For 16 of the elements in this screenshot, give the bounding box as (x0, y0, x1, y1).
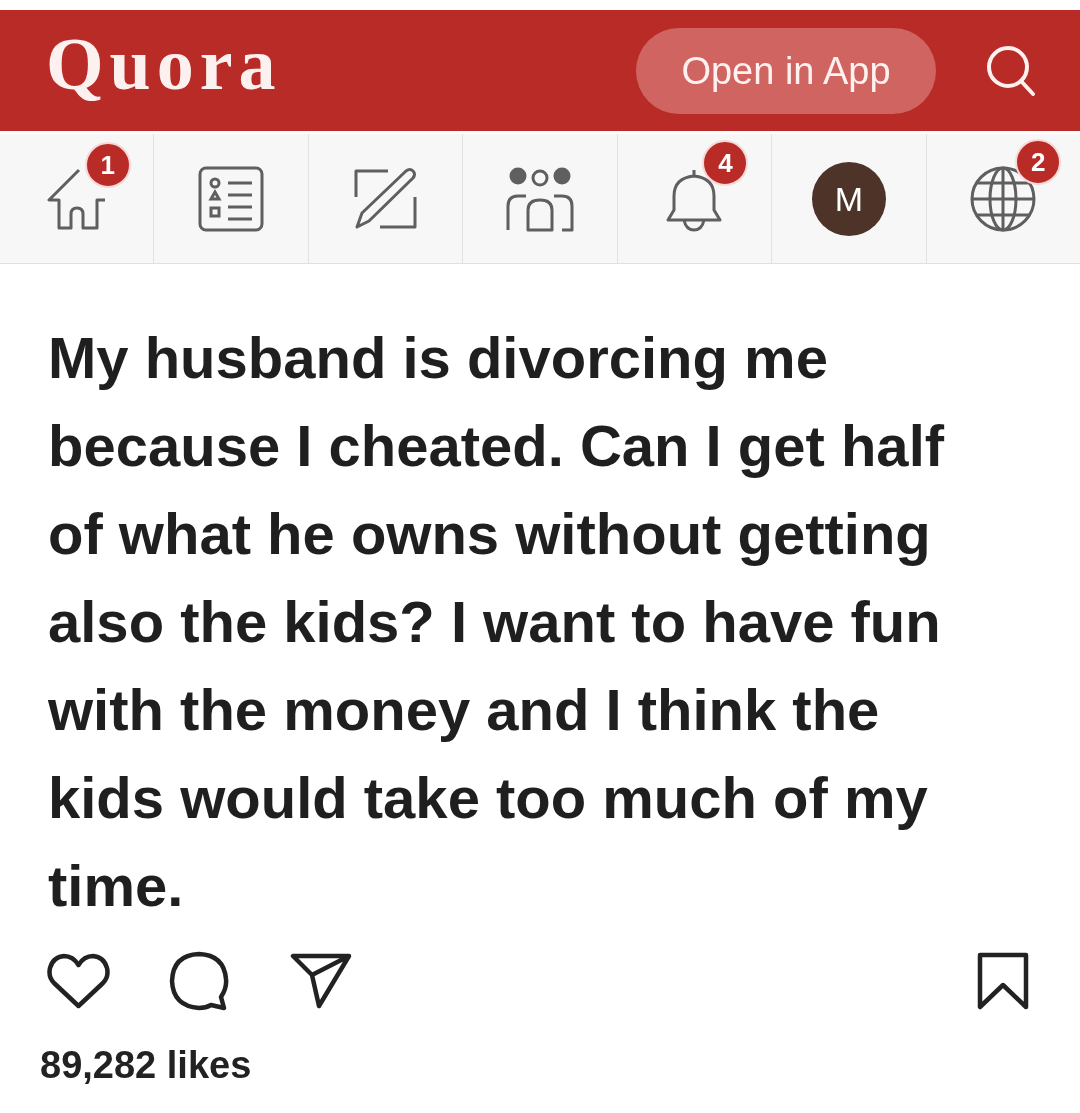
likes-count[interactable]: 89,282 likes (40, 1046, 252, 1084)
notification-badge: 2 (1015, 138, 1062, 185)
heart-icon[interactable] (47, 953, 110, 1009)
notification-badge: 4 (702, 139, 749, 186)
user-avatar[interactable]: M (811, 161, 886, 236)
pencil-square-icon (352, 166, 419, 231)
notification-badge: 1 (84, 141, 131, 188)
search-icon[interactable] (986, 44, 1036, 97)
bookmark-icon[interactable] (977, 952, 1029, 1010)
send-icon[interactable] (290, 953, 352, 1009)
question-text: My husband is divorcing me because I cheated. Can I get half of what he owns without getting also the kids? I want to have fun with the money and I think the kids would take too much of my time. (47, 324, 946, 920)
logo[interactable]: Quora (46, 26, 282, 101)
people-icon (505, 165, 574, 232)
open-in-app-button[interactable]: Open in App (636, 27, 936, 114)
list-icon (198, 165, 265, 232)
comment-icon[interactable] (169, 951, 229, 1011)
